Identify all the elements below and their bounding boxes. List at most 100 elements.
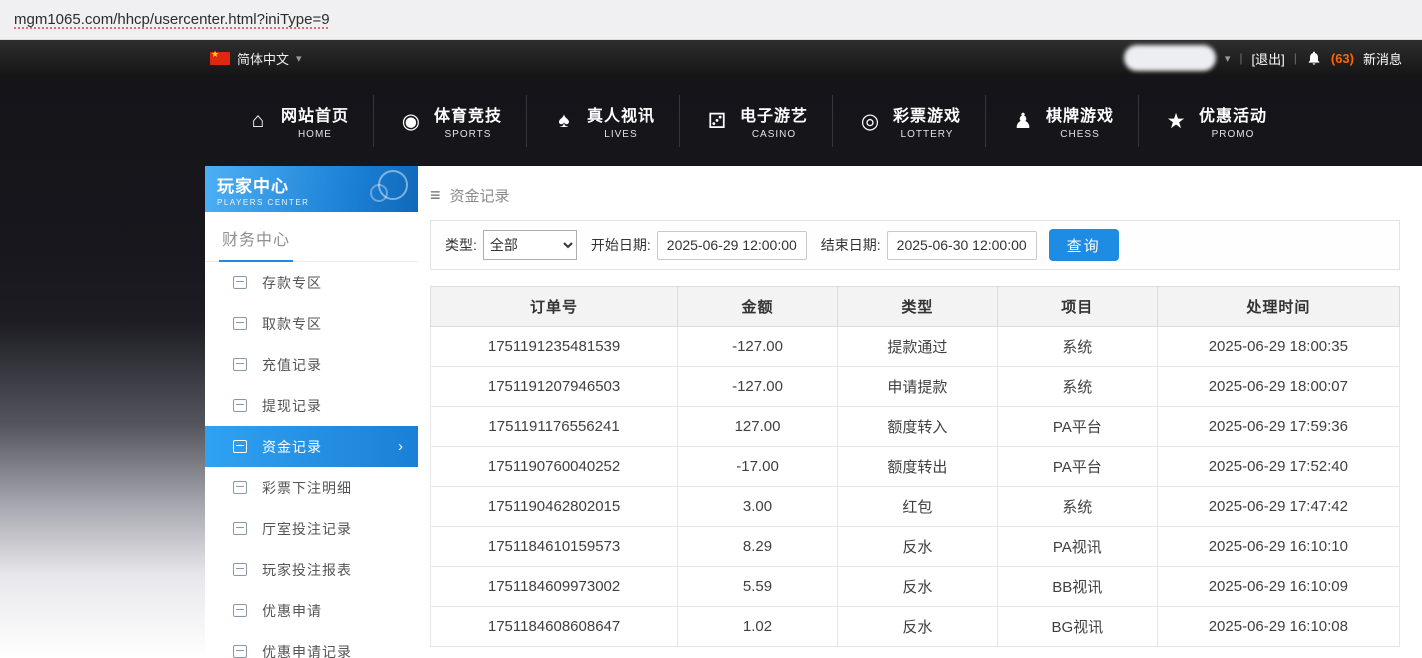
end-date-input[interactable] <box>887 231 1037 260</box>
sidebar-item-label: 玩家投注报表 <box>262 560 352 580</box>
nav-item-label: 体育竞技 <box>434 102 502 126</box>
nav-item-text: 体育竞技 SPORTS <box>434 102 502 140</box>
nav-item-lives[interactable]: ♠真人视讯LIVES <box>526 95 679 147</box>
sidebar-item-hall-bet-records[interactable]: 厅室投注记录 <box>205 508 418 549</box>
table-cell: 2025-06-29 16:10:08 <box>1157 607 1399 647</box>
search-button[interactable]: 查询 <box>1049 229 1119 261</box>
table-cell: 1751190760040252 <box>431 447 678 487</box>
table-row: 17511846101595738.29反水PA视讯2025-06-29 16:… <box>431 527 1400 567</box>
table-cell: 1751191176556241 <box>431 407 678 447</box>
nav-item-lottery[interactable]: ◎ 彩票游戏LOTTERY <box>832 95 985 147</box>
table-row: 1751191207946503-127.00申请提款系统2025-06-29 … <box>431 367 1400 407</box>
end-date-label: 结束日期: <box>821 235 881 255</box>
sidebar-item-player-bet-report[interactable]: 玩家投注报表 <box>205 549 418 590</box>
china-flag-icon: ★ <box>210 52 230 65</box>
username-blurred[interactable] <box>1124 45 1216 71</box>
table-header-row: 订单号金额类型项目处理时间 <box>431 287 1400 327</box>
table-cell: 1751191235481539 <box>431 327 678 367</box>
start-date-input[interactable] <box>657 231 807 260</box>
sidebar-item-deposit-zone[interactable]: 存款专区 <box>205 262 418 303</box>
nav-item-label: 电子游艺 <box>740 102 808 126</box>
filter-bar: 类型: 全部 开始日期: 结束日期: 查询 <box>430 220 1400 270</box>
table-cell: 系统 <box>997 327 1157 367</box>
withdrawal-records-icon <box>233 399 247 412</box>
table-cell: 2025-06-29 18:00:07 <box>1157 367 1399 407</box>
table-body: 1751191235481539-127.00提款通过系统2025-06-29 … <box>431 327 1400 647</box>
table-row: 17511846086086471.02反水BG视讯2025-06-29 16:… <box>431 607 1400 647</box>
table-cell: 2025-06-29 18:00:35 <box>1157 327 1399 367</box>
browser-address-bar[interactable]: mgm1065.com/hhcp/usercenter.html?iniType… <box>0 0 1422 40</box>
promo-application-icon <box>233 604 247 617</box>
new-message-link[interactable]: 新消息 <box>1363 49 1402 68</box>
table-cell: 1751191207946503 <box>431 367 678 407</box>
nav-item-home[interactable]: ⌂网站首页HOME <box>221 95 373 147</box>
nav-item-casino[interactable]: ⚂ 电子游艺CASINO <box>679 95 832 147</box>
logout-link[interactable]: [退出] <box>1252 49 1285 68</box>
account-chevron-down-icon[interactable]: ▾ <box>1225 52 1231 65</box>
table-cell: 1751184608608647 <box>431 607 678 647</box>
page-url[interactable]: mgm1065.com/hhcp/usercenter.html?iniType… <box>14 11 330 28</box>
divider: | <box>1239 51 1242 65</box>
divider: | <box>1294 51 1297 65</box>
sidebar-item-promo-application[interactable]: 优惠申请 <box>205 590 418 631</box>
table-cell: 1751190462802015 <box>431 487 678 527</box>
type-select[interactable]: 全部 <box>483 230 577 260</box>
sidebar-item-label: 优惠申请 <box>262 601 322 621</box>
sidebar-item-label: 充值记录 <box>262 355 322 375</box>
sidebar-item-withdrawal-records[interactable]: 提现记录 <box>205 385 418 426</box>
decorative-circles-icon <box>378 170 408 200</box>
table-cell: 2025-06-29 16:10:09 <box>1157 567 1399 607</box>
menu-icon: ≡ <box>430 185 441 206</box>
table-cell: 3.00 <box>678 487 838 527</box>
language-selector[interactable]: ★ 简体中文 ▾ <box>210 49 302 68</box>
funds-records-icon <box>233 440 247 453</box>
bell-icon[interactable] <box>1306 50 1322 66</box>
promo-application-records-icon <box>233 645 247 658</box>
table-cell: 反水 <box>837 567 997 607</box>
sidebar: 玩家中心 PLAYERS CENTER 财务中心 存款专区取款专区充值记录提现记… <box>205 166 418 658</box>
table-row: 1751190760040252-17.00额度转出PA平台2025-06-29… <box>431 447 1400 487</box>
table-cell: BG视讯 <box>997 607 1157 647</box>
language-label: 简体中文 <box>237 49 289 68</box>
sidebar-item-label: 资金记录 <box>262 437 322 457</box>
lottery-ball-icon: ◎ <box>857 109 883 134</box>
user-area: ▾ | [退出] | (63) 新消息 <box>1124 45 1402 71</box>
lottery-bet-details-icon <box>233 481 247 494</box>
nav-item-text: 电子游艺CASINO <box>740 102 808 140</box>
column-header: 类型 <box>837 287 997 327</box>
breadcrumb: ≡ 资金记录 <box>430 180 1400 210</box>
dice-icon: ⚂ <box>704 109 730 134</box>
nav-item-sublabel: SPORTS <box>434 129 502 140</box>
table-cell: 额度转出 <box>837 447 997 487</box>
sidebar-menu: 存款专区取款专区充值记录提现记录资金记录›彩票下注明细厅室投注记录玩家投注报表优… <box>205 262 418 658</box>
nav-item-sublabel: PROMO <box>1199 129 1267 140</box>
nav-item-sublabel: CHESS <box>1046 129 1114 140</box>
nav-item-text: 彩票游戏LOTTERY <box>893 102 961 140</box>
sidebar-item-withdraw-zone[interactable]: 取款专区 <box>205 303 418 344</box>
column-header: 订单号 <box>431 287 678 327</box>
nav-items: ⌂网站首页HOME◉体育竞技SPORTS♠真人视讯LIVES⚂电子游艺CASIN… <box>221 95 1291 147</box>
nav-item-text: 优惠活动PROMO <box>1199 102 1267 140</box>
table-cell: PA视讯 <box>997 527 1157 567</box>
table-cell: 反水 <box>837 607 997 647</box>
sidebar-item-funds-records[interactable]: 资金记录› <box>205 426 418 467</box>
nav-item-promo[interactable]: ★优惠活动PROMO <box>1138 95 1291 147</box>
nav-item-chess[interactable]: ♟棋牌游戏CHESS <box>985 95 1138 147</box>
sidebar-item-lottery-bet-details[interactable]: 彩票下注明细 <box>205 467 418 508</box>
cards-icon: ♠ <box>551 109 577 133</box>
table-cell: 127.00 <box>678 407 838 447</box>
nav-item-label: 棋牌游戏 <box>1046 102 1114 126</box>
table-cell: 额度转入 <box>837 407 997 447</box>
table-cell: 8.29 <box>678 527 838 567</box>
table-row: 1751191235481539-127.00提款通过系统2025-06-29 … <box>431 327 1400 367</box>
content-area: 玩家中心 PLAYERS CENTER 财务中心 存款专区取款专区充值记录提现记… <box>205 166 1422 658</box>
nav-item-sports[interactable]: ◉体育竞技SPORTS <box>373 95 526 147</box>
page-background: ⌂网站首页HOME◉体育竞技SPORTS♠真人视讯LIVES⚂电子游艺CASIN… <box>0 76 1422 658</box>
breadcrumb-label: 资金记录 <box>450 185 510 206</box>
main-nav: ⌂网站首页HOME◉体育竞技SPORTS♠真人视讯LIVES⚂电子游艺CASIN… <box>0 76 1422 166</box>
table-cell: 1751184610159573 <box>431 527 678 567</box>
table-cell: -17.00 <box>678 447 838 487</box>
table-cell: 1751184609973002 <box>431 567 678 607</box>
sidebar-item-promo-application-records[interactable]: 优惠申请记录 <box>205 631 418 658</box>
sidebar-item-recharge-records[interactable]: 充值记录 <box>205 344 418 385</box>
